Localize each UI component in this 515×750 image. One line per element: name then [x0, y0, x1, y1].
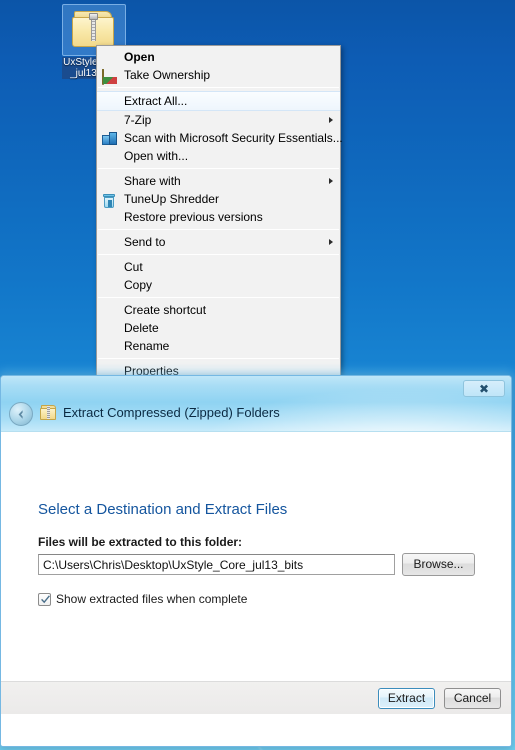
menu-item-take-ownership[interactable]: Take Ownership: [97, 66, 340, 85]
zip-folder-icon: [72, 11, 116, 49]
menu-item-label: Send to: [124, 235, 166, 249]
menu-separator: [98, 87, 339, 88]
browse-button[interactable]: Browse...: [402, 553, 475, 576]
menu-item-delete[interactable]: Delete: [97, 319, 340, 337]
menu-item-rename[interactable]: Rename: [97, 337, 340, 355]
show-extracted-files-row[interactable]: Show extracted files when complete: [38, 591, 247, 607]
menu-item-scan-with-microsoft-security-essentials[interactable]: Scan with Microsoft Security Essentials.…: [97, 129, 343, 147]
menu-separator: [98, 254, 339, 255]
menu-item-label: Scan with Microsoft Security Essentials.…: [124, 131, 343, 145]
menu-item-label: Open with...: [124, 149, 189, 163]
menu-item-label: TuneUp Shredder: [124, 192, 219, 206]
destination-folder-label: Files will be extracted to this folder:: [38, 535, 243, 549]
menu-item-label: Restore previous versions: [124, 210, 263, 224]
dialog-footer: Extract Cancel: [1, 681, 511, 714]
chevron-right-icon: [329, 239, 333, 245]
shredder-icon: [102, 192, 117, 208]
menu-item-label: Open: [124, 50, 155, 64]
checkmark-icon: [41, 594, 50, 603]
page-title: Select a Destination and Extract Files: [38, 501, 288, 518]
menu-item-cut[interactable]: Cut: [97, 258, 340, 276]
menu-item-tuneup-shredder[interactable]: TuneUp Shredder: [97, 190, 340, 208]
back-arrow-glyph: [18, 410, 23, 419]
cancel-button[interactable]: Cancel: [444, 688, 501, 709]
mse-icon: [102, 131, 117, 146]
close-icon[interactable]: ✖: [463, 380, 505, 397]
menu-item-label: Share with: [124, 174, 181, 188]
menu-separator: [98, 297, 339, 298]
titlebar-zip-folder-icon: [40, 405, 57, 421]
show-extracted-files-label: Show extracted files when complete: [56, 592, 248, 606]
menu-item-open-with[interactable]: Open with...: [97, 147, 340, 165]
menu-item-create-shortcut[interactable]: Create shortcut: [97, 301, 340, 319]
extract-wizard-dialog: ✖ Extract Compressed (Zipped) Folders Se…: [0, 375, 512, 747]
menu-item-send-to[interactable]: Send to: [97, 233, 340, 251]
menu-item-extract-all[interactable]: Extract All...: [97, 91, 340, 111]
dialog-body: Select a Destination and Extract Files F…: [1, 432, 511, 714]
desktop-background: UxStyle_Core_jul13_bits Open Take Ownersh…: [0, 0, 515, 750]
menu-item-restore-previous-versions[interactable]: Restore previous versions: [97, 208, 340, 226]
show-extracted-files-checkbox[interactable]: [38, 592, 51, 606]
menu-separator: [98, 358, 339, 359]
back-arrow-icon[interactable]: [9, 402, 33, 426]
context-menu[interactable]: Open Take Ownership Extract All... 7-Zip Sca…: [96, 45, 343, 383]
destination-path-input[interactable]: [38, 554, 395, 575]
menu-item-label: Create shortcut: [124, 303, 207, 317]
menu-item-label: Extract All...: [124, 94, 188, 108]
extract-button[interactable]: Extract: [378, 688, 435, 709]
close-glyph: ✖: [478, 382, 490, 396]
menu-item-7-zip[interactable]: 7-Zip: [97, 111, 340, 129]
menu-item-label: Delete: [124, 321, 159, 335]
menu-separator: [98, 168, 339, 169]
menu-item-label: 7-Zip: [124, 113, 152, 127]
menu-item-label: Copy: [124, 278, 153, 292]
menu-item-label: Cut: [124, 260, 143, 274]
chevron-right-icon: [329, 117, 333, 123]
chevron-right-icon: [329, 178, 333, 184]
shield-icon: [102, 68, 117, 85]
menu-item-share-with[interactable]: Share with: [97, 172, 340, 190]
menu-item-copy[interactable]: Copy: [97, 276, 340, 294]
menu-item-label: Rename: [124, 339, 170, 353]
menu-separator: [98, 229, 339, 230]
menu-item-label: Take Ownership: [124, 68, 211, 82]
menu-item-open[interactable]: Open: [97, 48, 340, 66]
dialog-title: Extract Compressed (Zipped) Folders: [63, 405, 280, 420]
dialog-titlebar: ✖ Extract Compressed (Zipped) Folders: [1, 376, 511, 432]
